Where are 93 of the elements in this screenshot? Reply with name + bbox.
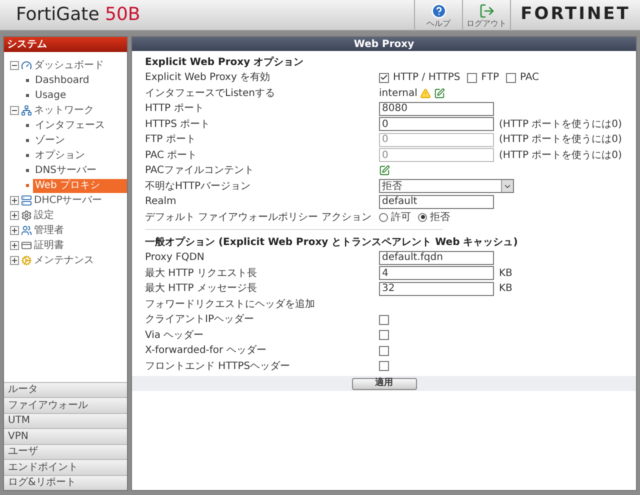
radio-button[interactable] xyxy=(379,212,388,222)
text-field[interactable]: 0 xyxy=(379,117,494,132)
tree-item[interactable]: ゾーン xyxy=(33,134,127,148)
field-hint: (HTTP ポートを使うには0) xyxy=(499,118,622,132)
field-label: PAC ポート xyxy=(145,148,198,163)
checkbox[interactable] xyxy=(379,361,389,372)
sidebar-section[interactable]: エンドポイント xyxy=(4,459,127,474)
option-label: 許可 xyxy=(391,210,411,225)
field-hint: (HTTP ポートを使うには0) xyxy=(499,148,622,163)
network-icon xyxy=(21,105,32,116)
field-label: Realm xyxy=(145,195,178,210)
expand-icon[interactable] xyxy=(10,211,19,220)
tree-item[interactable]: Dashboard xyxy=(33,74,127,88)
expand-icon[interactable] xyxy=(10,256,19,265)
field-label: Via ヘッダー xyxy=(145,328,205,343)
fortinet-logo: FORTINET xyxy=(520,3,630,26)
logout-button[interactable]: ログアウト xyxy=(462,0,510,30)
tree-item[interactable]: ネットワーク xyxy=(34,103,94,118)
checkbox[interactable] xyxy=(379,314,389,325)
tree-item[interactable]: 設定 xyxy=(34,208,54,223)
text-field[interactable]: 32 xyxy=(379,282,494,296)
sidebar-section[interactable]: ログ&リポート xyxy=(4,474,127,490)
sidebar-section[interactable]: VPN xyxy=(4,428,127,444)
sidebar-section[interactable]: ルータ xyxy=(4,382,127,397)
expand-icon[interactable] xyxy=(10,226,19,235)
checkbox[interactable] xyxy=(467,72,478,83)
field-label: 最大 HTTP リクエスト長 xyxy=(145,266,258,281)
edit-icon[interactable] xyxy=(434,88,446,99)
option-label: FTP xyxy=(481,71,499,86)
select-field[interactable]: 拒否 xyxy=(379,179,514,194)
field-label: インタフェースでListenする xyxy=(145,86,276,101)
tree-item[interactable]: ダッシュボード xyxy=(34,58,104,73)
gear-icon xyxy=(21,210,32,221)
tree-item[interactable]: 管理者 xyxy=(34,223,64,238)
gauge-icon xyxy=(21,60,32,71)
field-hint: (HTTP ポートを使うには0) xyxy=(499,133,622,148)
tree-item[interactable]: メンテナンス xyxy=(34,253,94,268)
checkbox[interactable] xyxy=(379,330,389,340)
interface-value: internal xyxy=(379,86,418,101)
apply-button[interactable]: 適用 xyxy=(352,378,416,390)
sidebar-section[interactable]: ユーザ xyxy=(4,444,127,459)
panel-title: Web Proxy xyxy=(132,37,636,51)
section-heading: Explicit Web Proxy オプション xyxy=(145,55,305,70)
checkbox[interactable] xyxy=(379,72,389,83)
expand-icon[interactable] xyxy=(10,241,19,250)
checkbox[interactable] xyxy=(379,346,389,356)
field-label: フォワードリクエストにヘッダを追加 xyxy=(145,298,316,312)
text-field[interactable]: default xyxy=(379,194,494,209)
warning-icon xyxy=(420,88,432,99)
cog-icon xyxy=(21,255,32,266)
help-button[interactable]: ヘルプ xyxy=(414,0,462,30)
collapse-icon[interactable] xyxy=(10,106,19,115)
option-label: 拒否 xyxy=(430,210,450,225)
logout-icon xyxy=(478,2,494,18)
users-icon xyxy=(21,225,32,236)
field-label: 不明なHTTPバージョン xyxy=(145,180,252,194)
radio-button[interactable] xyxy=(418,212,427,222)
sidebar-section[interactable]: UTM xyxy=(4,412,127,428)
field-label: X-forwarded-for ヘッダー xyxy=(145,344,268,358)
text-field[interactable]: 8080 xyxy=(379,102,494,116)
field-label: Explicit Web Proxy を有効 xyxy=(145,70,272,86)
field-hint: KB xyxy=(499,266,512,281)
text-field[interactable]: default.fqdn xyxy=(379,250,494,265)
field-label: HTTP ポート xyxy=(145,102,205,116)
sidebar-section[interactable]: ファイアウォール xyxy=(4,397,127,412)
edit-icon[interactable] xyxy=(379,165,390,176)
section-heading: 一般オプション (Explicit Web Proxy とトランスペアレント Web キャッシュ) xyxy=(145,235,519,250)
tree-item[interactable]: Usage xyxy=(33,88,127,102)
field-label: PACファイルコンテント xyxy=(145,164,256,178)
field-label: 最大 HTTP メッセージ長 xyxy=(145,282,258,296)
field-label: フロントエンド HTTPSヘッダー xyxy=(145,360,292,374)
field-label: Proxy FQDN xyxy=(145,251,206,266)
product-name: FortiGate 50B xyxy=(16,4,140,25)
collapse-icon[interactable] xyxy=(10,61,19,70)
field-hint: KB xyxy=(499,282,512,296)
option-label: PAC xyxy=(520,71,540,86)
card-icon xyxy=(21,240,32,251)
tree-item[interactable]: インタフェース xyxy=(33,118,127,132)
tree-item[interactable]: DNSサーバー xyxy=(33,164,127,178)
checkbox[interactable] xyxy=(506,72,516,83)
field-label: HTTPS ポート xyxy=(145,118,212,132)
tree-item[interactable]: 証明書 xyxy=(34,238,64,253)
option-label: HTTP / HTTPS xyxy=(393,71,460,86)
sidebar-title[interactable]: システム xyxy=(4,37,127,52)
text-field[interactable]: 4 xyxy=(379,266,494,280)
field-label: デフォルト ファイアウォールポリシー アクション xyxy=(145,210,372,225)
field-label: FTP ポート xyxy=(145,133,197,148)
field-label: クライアントIPヘッダー xyxy=(145,313,255,328)
server-icon xyxy=(21,195,32,206)
expand-icon[interactable] xyxy=(10,196,19,205)
tree-item[interactable]: オプション xyxy=(33,148,127,162)
tree-item[interactable]: DHCPサーバー xyxy=(34,193,102,208)
help-icon xyxy=(430,2,446,18)
